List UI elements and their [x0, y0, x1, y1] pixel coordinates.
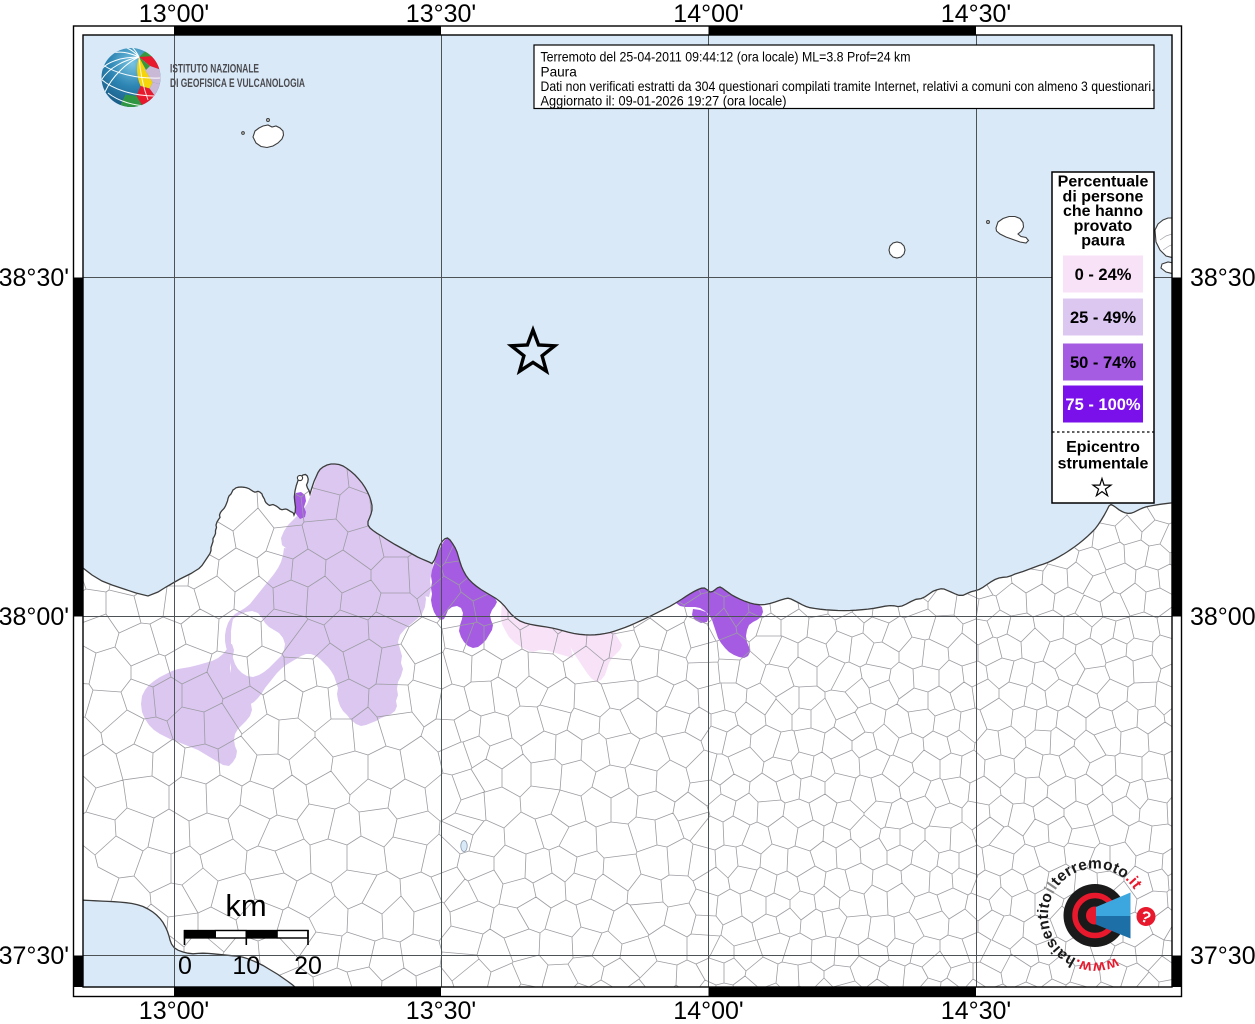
svg-text:Epicentro: Epicentro — [1066, 439, 1140, 456]
svg-text:Aggiornato il: 09-01-2026 19:2: Aggiornato il: 09-01-2026 19:27 (ora loc… — [541, 93, 787, 108]
svg-text:38°00': 38°00' — [1190, 603, 1255, 631]
svg-text:38°30': 38°30' — [0, 264, 69, 292]
svg-text:Dati non verificati estratti d: Dati non verificati estratti da 304 ques… — [541, 79, 1155, 94]
svg-text:14°30': 14°30' — [941, 0, 1011, 28]
svg-text:Paura: Paura — [541, 64, 578, 79]
svg-text:strumentale: strumentale — [1058, 456, 1149, 473]
svg-text:ISTITUTO NAZIONALE: ISTITUTO NAZIONALE — [170, 64, 259, 76]
svg-text:DI GEOFISICA E VULCANOLOGIA: DI GEOFISICA E VULCANOLOGIA — [170, 78, 305, 90]
svg-text:14°00': 14°00' — [673, 997, 743, 1024]
svg-text:37°30': 37°30' — [1190, 942, 1255, 970]
svg-text:10: 10 — [232, 952, 260, 980]
svg-text:0: 0 — [178, 952, 192, 980]
svg-text:14°00': 14°00' — [673, 0, 743, 28]
svg-text:13°00': 13°00' — [139, 0, 209, 28]
svg-text:13°30': 13°30' — [406, 0, 476, 28]
svg-text:38°00': 38°00' — [0, 603, 69, 631]
svg-text:13°30': 13°30' — [406, 997, 476, 1024]
svg-text:20: 20 — [294, 952, 322, 980]
svg-text:13°00': 13°00' — [139, 997, 209, 1024]
svg-text:50 - 74%: 50 - 74% — [1070, 354, 1136, 372]
svg-text:25 - 49%: 25 - 49% — [1070, 309, 1136, 327]
svg-text:km: km — [225, 888, 266, 923]
svg-text:14°30': 14°30' — [941, 997, 1011, 1024]
svg-text:75 - 100%: 75 - 100% — [1065, 396, 1141, 414]
svg-text:Terremoto del 25-04-2011 09:44: Terremoto del 25-04-2011 09:44:12 (ora l… — [541, 50, 911, 65]
svg-text:paura: paura — [1081, 233, 1125, 250]
svg-text:0 - 24%: 0 - 24% — [1075, 266, 1132, 284]
svg-text:38°30': 38°30' — [1190, 264, 1255, 292]
svg-text:37°30': 37°30' — [0, 942, 69, 970]
